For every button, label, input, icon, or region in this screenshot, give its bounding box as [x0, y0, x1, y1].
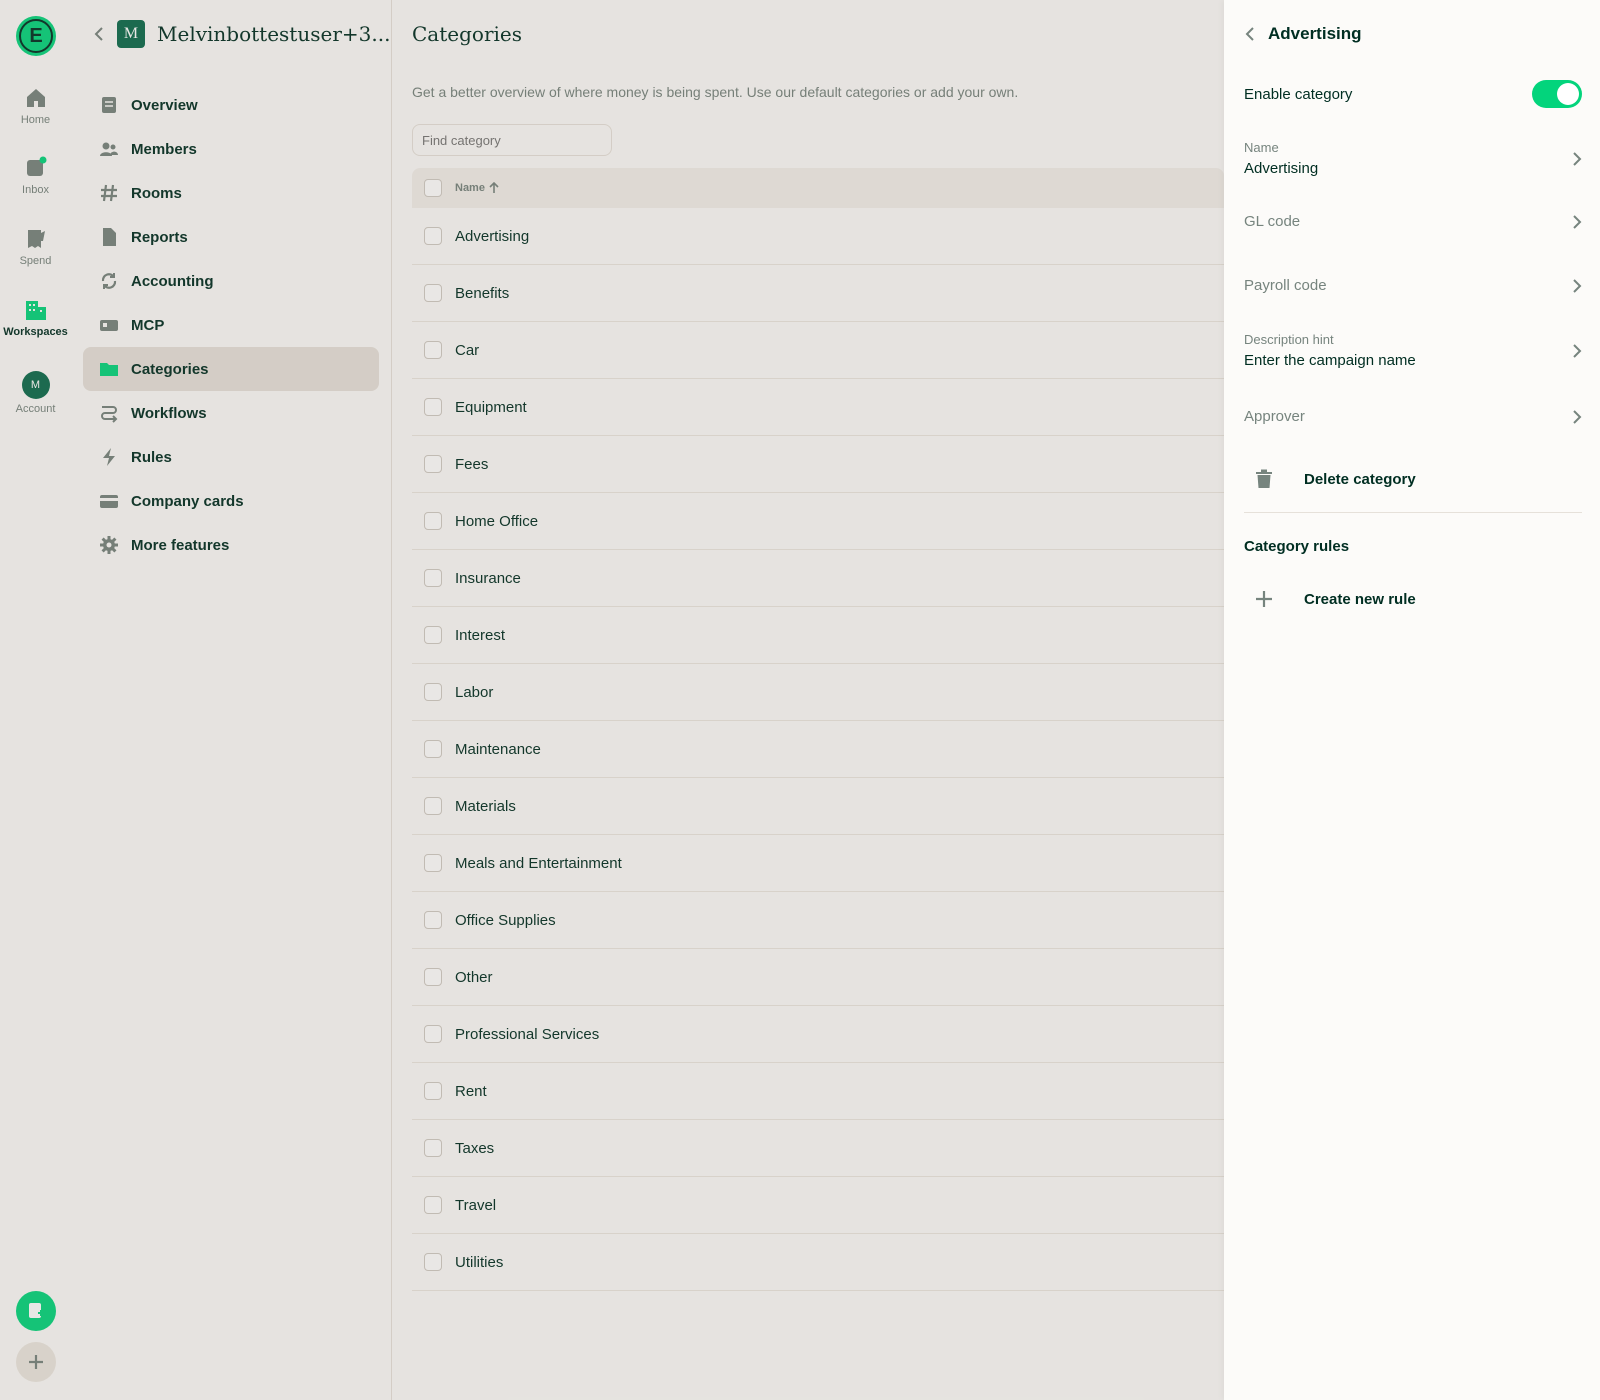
delete-category-button[interactable]: Delete category: [1244, 469, 1582, 489]
app-background: E Home Inbox Spend Workspaces M Account: [0, 0, 1224, 1400]
category-rules-heading: Category rules: [1244, 538, 1350, 555]
payroll-code-label: Payroll code: [1244, 277, 1327, 294]
name-field[interactable]: Name Advertising: [1244, 140, 1600, 177]
chevron-right-icon: [1573, 278, 1582, 293]
panel-title: Advertising: [1268, 24, 1362, 43]
chevron-right-icon: [1573, 343, 1582, 358]
description-hint-label: Description hint: [1244, 332, 1334, 347]
toggle-knob: [1557, 83, 1579, 105]
enable-category-toggle[interactable]: [1532, 80, 1582, 108]
description-hint-value: Enter the campaign name: [1244, 352, 1416, 369]
payroll-code-field[interactable]: Payroll code: [1244, 277, 1600, 294]
divider: [1244, 512, 1582, 513]
back-chevron-icon[interactable]: [1244, 26, 1256, 42]
chevron-right-icon: [1573, 151, 1582, 166]
enable-category-row: Enable category: [1244, 80, 1582, 108]
approver-field[interactable]: Approver: [1244, 408, 1600, 425]
category-details-panel: Advertising Enable category Name Adverti…: [1224, 0, 1600, 1400]
name-label: Name: [1244, 140, 1279, 155]
chevron-right-icon: [1573, 409, 1582, 424]
plus-icon: [1256, 591, 1272, 607]
gl-code-field[interactable]: GL code: [1244, 213, 1600, 230]
approver-label: Approver: [1244, 408, 1305, 425]
panel-header: Advertising: [1244, 24, 1362, 44]
create-new-rule-button[interactable]: Create new rule: [1244, 590, 1582, 608]
chevron-right-icon: [1573, 214, 1582, 229]
gl-code-label: GL code: [1244, 213, 1301, 230]
delete-category-label: Delete category: [1304, 470, 1416, 488]
name-value: Advertising: [1244, 160, 1319, 177]
create-new-rule-label: Create new rule: [1304, 590, 1416, 608]
trash-icon: [1256, 469, 1272, 488]
enable-category-label: Enable category: [1244, 85, 1353, 103]
description-hint-field[interactable]: Description hint Enter the campaign name: [1244, 332, 1600, 369]
modal-overlay[interactable]: [0, 0, 1224, 1400]
